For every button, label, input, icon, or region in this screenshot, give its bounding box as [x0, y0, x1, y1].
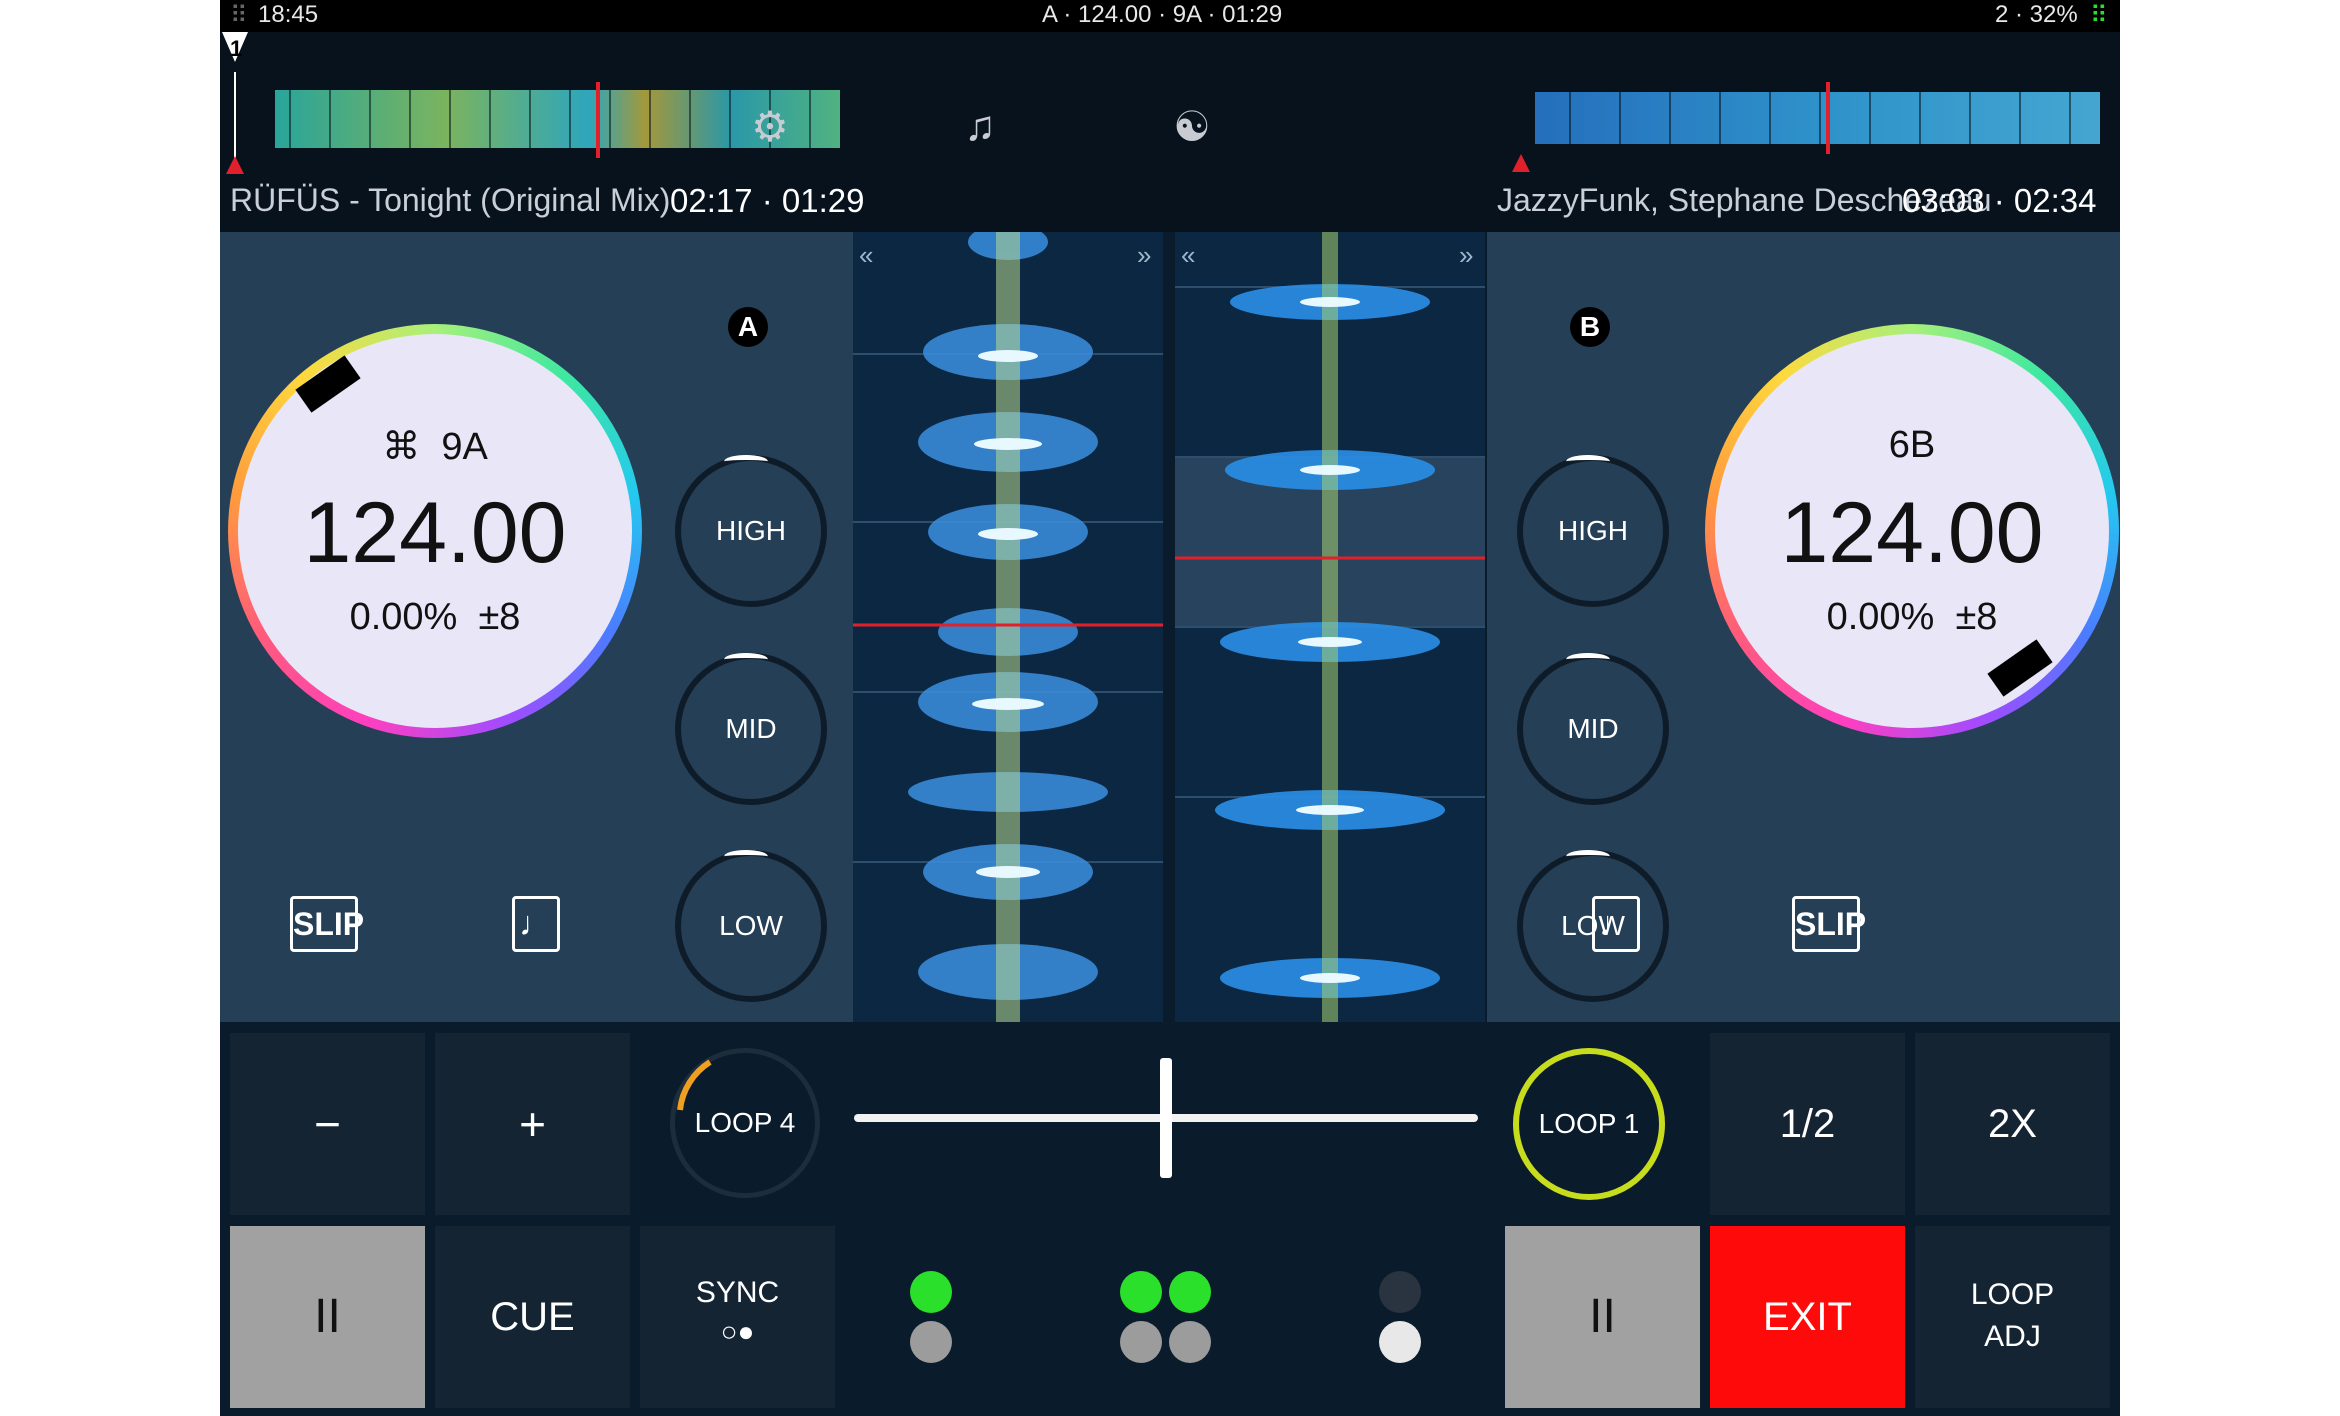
- deck-b-panel: HIGH MID LOW B 6B 124.00 0.00% ±8 ♩ SLIP: [1487, 232, 2120, 1022]
- deck-b-track-times: 03:03 · 02:34: [1902, 182, 2097, 219]
- deck-a-led-bottom: [910, 1321, 952, 1363]
- deck-a-key: ⌘ 9A: [382, 426, 488, 468]
- deck-a-slip-button[interactable]: SLIP: [290, 896, 364, 952]
- status-bar: ⠿ 18:45 A · 124.00 · 9A · 01:29 2 · 32% …: [220, 0, 2120, 32]
- deck-a-eq-mid-knob[interactable]: MID: [675, 653, 827, 805]
- note-icon: ♩: [519, 905, 553, 943]
- sync-indicator-icon: ○●: [720, 1316, 755, 1347]
- deck-a-jog-wheel[interactable]: ⌘ 9A 124.00 0.00% ±8: [228, 324, 642, 738]
- deck-b-pitch: 0.00% ±8: [1826, 596, 1998, 638]
- deck-b-play-pause-button[interactable]: II: [1505, 1226, 1700, 1408]
- center-led-bottom-left: [1120, 1321, 1162, 1363]
- deck-b-eq-mid-indicator: [1566, 653, 1610, 666]
- battery-grid-icon: ⠿: [2090, 2, 2108, 29]
- deck-a-loop-arc: [677, 1059, 712, 1111]
- deck-b-slip-button[interactable]: SLIP: [1792, 896, 1866, 952]
- deck-a-sync-button[interactable]: SYNC ○●: [640, 1226, 835, 1408]
- note-icon: ♩: [1599, 905, 1633, 943]
- deck-a-eq-low-indicator: [724, 850, 768, 863]
- deck-a-pitch-minus-button[interactable]: −: [230, 1033, 425, 1215]
- sync-label: SYNC: [695, 1276, 780, 1309]
- deck-b-eq-high-knob[interactable]: HIGH: [1517, 455, 1669, 607]
- deck-a-quantize-button[interactable]: ♩: [512, 896, 560, 952]
- center-led-top-right: [1169, 1271, 1211, 1313]
- deck-a-track-title: RÜFÜS - Tonight (Original Mix): [230, 182, 671, 218]
- menu-grid-icon: ⠿: [230, 2, 248, 29]
- deck-a-pitch: 0.00% ±8: [349, 596, 521, 638]
- gear-icon[interactable]: ⚙: [740, 102, 800, 151]
- deck-b-led-bottom: [1379, 1321, 1421, 1363]
- status-deck-info: A · 124.00 · 9A · 01:29: [1042, 1, 1283, 28]
- center-led-top-left: [1120, 1271, 1162, 1313]
- yin-yang-icon[interactable]: ☯: [1162, 102, 1222, 151]
- deck-a-play-pause-button[interactable]: II: [230, 1226, 425, 1408]
- deck-b-key: 6B: [1888, 424, 1936, 466]
- deck-b-bpm: 124.00: [1780, 485, 2044, 581]
- deck-b-led-top: [1379, 1271, 1421, 1313]
- deck-b-letter-badge: B: [1570, 307, 1610, 347]
- loop-adj-label-line1: LOOP: [1970, 1278, 2055, 1311]
- deck-b-overview-waveform[interactable]: [1510, 32, 2110, 182]
- center-led-bottom-right: [1169, 1321, 1211, 1363]
- waveform-b-graphic: [1175, 232, 1485, 1022]
- header: 1 RÜFÜS - Tonight (Original Mix) 02:17 ·…: [220, 32, 2120, 232]
- deck-a-eq-mid-indicator: [724, 653, 768, 666]
- deck-a-eq-high-knob[interactable]: HIGH: [675, 455, 827, 607]
- status-time: 18:45: [258, 1, 319, 28]
- deck-b-jog-wheel[interactable]: 6B 124.00 0.00% ±8: [1705, 324, 2119, 738]
- deck-b-eq-low-indicator: [1566, 850, 1610, 863]
- deck-a-track-times: 02:17 · 01:29: [670, 182, 865, 219]
- loop-adjust-button[interactable]: LOOP ADJ: [1915, 1226, 2110, 1408]
- music-note-icon[interactable]: ♫: [950, 102, 1010, 150]
- cue-marker-label: 1: [230, 36, 243, 61]
- dj-app: ⠿ 18:45 A · 124.00 · 9A · 01:29 2 · 32% …: [220, 0, 2120, 1416]
- deck-b-loop-knob[interactable]: LOOP 1: [1513, 1048, 1665, 1200]
- deck-a-bpm: 124.00: [303, 485, 567, 581]
- deck-a-cue-button[interactable]: CUE: [435, 1226, 630, 1408]
- loop-double-button[interactable]: 2X: [1915, 1033, 2110, 1215]
- loop-exit-button[interactable]: EXIT: [1710, 1226, 1905, 1408]
- deck-a-letter-badge: A: [728, 307, 768, 347]
- deck-b-eq-high-indicator: [1566, 455, 1610, 468]
- deck-a-eq-low-knob[interactable]: LOW: [675, 850, 827, 1002]
- deck-a-pitch-plus-button[interactable]: +: [435, 1033, 630, 1215]
- deck-b-quantize-button[interactable]: ♩: [1592, 896, 1640, 952]
- crossfader-handle[interactable]: [1160, 1058, 1172, 1178]
- deck-b-scrolling-waveform[interactable]: « »: [1175, 232, 1485, 1022]
- deck-a-led-top: [910, 1271, 952, 1313]
- deck-b-eq-mid-knob[interactable]: MID: [1517, 653, 1669, 805]
- deck-a-eq-high-indicator: [724, 455, 768, 468]
- waveform-a-graphic: [853, 232, 1163, 1022]
- loop-half-button[interactable]: 1/2: [1710, 1033, 1905, 1215]
- key-lock-icon: ⌘: [382, 426, 421, 468]
- deck-a-panel: ⌘ 9A 124.00 0.00% ±8 A HIGH MID LOW SLIP…: [220, 232, 853, 1022]
- loop-adj-label-line2: ADJ: [1984, 1320, 2041, 1353]
- deck-a-scrolling-waveform[interactable]: « »: [853, 232, 1163, 1022]
- deck-b-jog-display: 6B 124.00 0.00% ±8: [1715, 334, 2109, 728]
- status-battery: 2 · 32%: [1995, 1, 2078, 28]
